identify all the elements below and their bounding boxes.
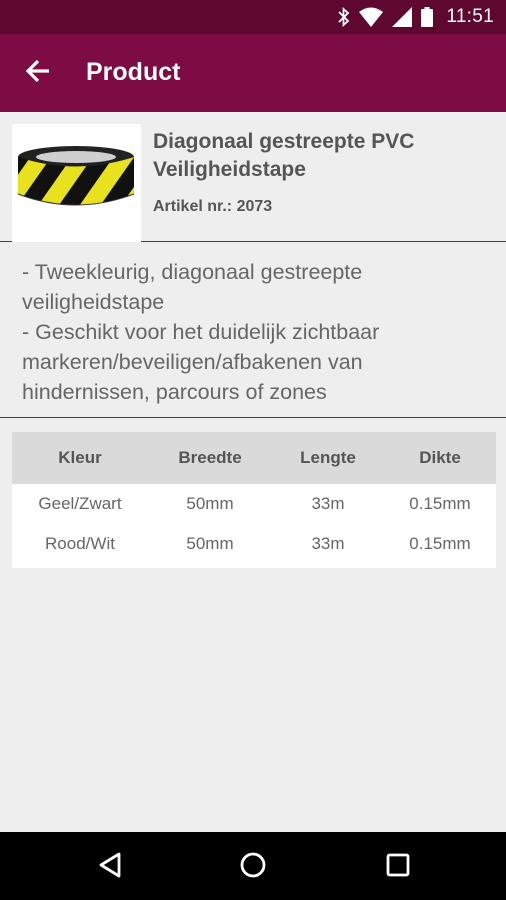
status-icons: 11:51 — [338, 6, 494, 28]
header-lengte: Lengte — [300, 448, 356, 467]
navigation-bar — [0, 832, 506, 900]
table-cell: Rood/Wit — [45, 534, 115, 553]
product-name: Diagonaal gestreepte PVC Veiligheidstape — [153, 130, 415, 181]
product-header: Diagonaal gestreepte PVC Veiligheidstape… — [0, 112, 506, 242]
wifi-icon — [359, 7, 384, 27]
product-image — [12, 124, 141, 242]
back-triangle-icon — [97, 851, 123, 884]
table-cell: 0.15mm — [409, 494, 471, 513]
status-time: 11:51 — [446, 6, 494, 27]
nav-back-button[interactable] — [92, 849, 128, 885]
home-circle-icon — [239, 851, 267, 884]
table-cell: 50mm — [186, 534, 234, 553]
bluetooth-icon — [338, 7, 350, 27]
description-line: - Tweekleurig, diagonaal gestreepte veil… — [22, 260, 363, 314]
recents-square-icon — [386, 853, 410, 882]
status-bar: 11:51 — [0, 0, 506, 34]
table-cell: 50mm — [186, 494, 234, 513]
header-kleur: Kleur — [58, 448, 102, 467]
table-header: Kleur Breedte Lengte Dikte — [12, 432, 496, 484]
product-description: - Tweekleurig, diagonaal gestreepte veil… — [0, 243, 506, 418]
header-dikte: Dikte — [419, 448, 461, 467]
description-line: - Geschikt voor het duidelijk zichtbaar … — [22, 320, 380, 404]
signal-icon — [392, 7, 413, 27]
back-button[interactable] — [20, 56, 56, 90]
nav-home-button[interactable] — [235, 849, 271, 885]
page-title: Product — [86, 58, 181, 86]
article-number: Artikel nr.: 2073 — [153, 198, 273, 215]
table-row: Geel/Zwart 50mm 33m 0.15mm — [12, 484, 496, 524]
table-cell: 0.15mm — [409, 534, 471, 553]
nav-recents-button[interactable] — [380, 849, 416, 885]
table-cell: Geel/Zwart — [38, 494, 122, 513]
battery-icon — [421, 7, 434, 27]
spec-table: Kleur Breedte Lengte Dikte Geel/Zwart 50… — [12, 432, 496, 568]
table-cell: 33m — [311, 494, 345, 513]
arrow-left-icon — [25, 59, 51, 88]
table-row: Rood/Wit 50mm 33m 0.15mm — [12, 524, 496, 564]
header-breedte: Breedte — [178, 448, 242, 467]
table-cell: 33m — [311, 534, 345, 553]
app-bar: Product — [0, 34, 506, 112]
